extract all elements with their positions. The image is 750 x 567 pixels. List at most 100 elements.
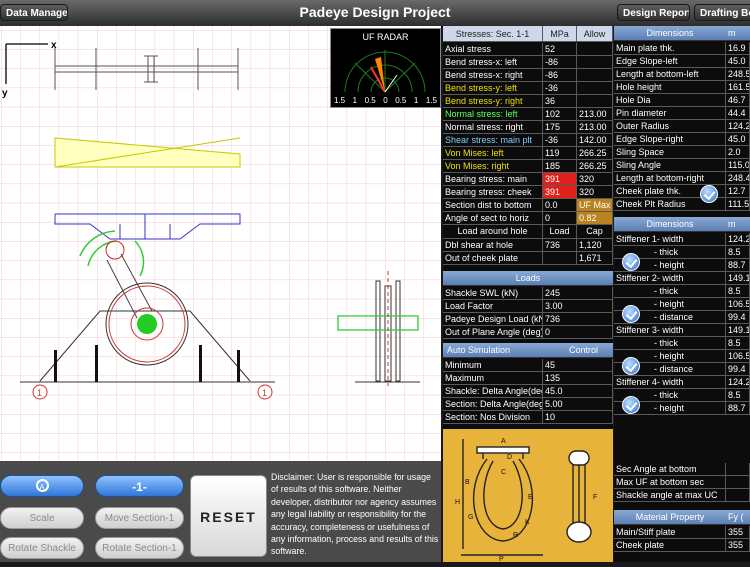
loads-row: Out of Plane Angle (deg) 0 [443,326,613,339]
auto-value[interactable]: 45.0 [543,385,613,398]
auto-label: Section: Delta Angle(deg) [443,398,543,411]
stress-label: Von Mises: left [443,147,543,160]
dimension-value[interactable]: 46.7 [726,94,750,107]
stiffener-value[interactable]: 8.5 [726,246,750,259]
dimension-value[interactable]: 16.9 [726,42,750,55]
stiffener-label: Stiffener 3- width [614,324,726,337]
control-panel: A -1- Scale Move Section-1 Rotate Shackl… [0,461,441,562]
stiffener-toggle-check-icon[interactable] [622,396,640,414]
dimension-value[interactable]: 44.4 [726,107,750,120]
stiffener-toggle-check-icon[interactable] [622,305,640,323]
stiffener-value[interactable]: 88.7 [726,402,750,415]
load-cap: 1,671 [577,252,613,265]
drawing-canvas[interactable]: x y 1 1 UF RADAR 1.5 1 0.5 0 0.5 1 1.5 [0,26,441,461]
dimension-value[interactable]: 45.0 [726,55,750,68]
result-value[interactable] [726,476,750,489]
stiffener-value[interactable]: 8.5 [726,285,750,298]
dimension-value[interactable]: 124.2 [726,120,750,133]
stress-allow: 320 [577,186,613,199]
stiffener-value[interactable]: 88.7 [726,259,750,272]
auto-value[interactable]: 5.00 [543,398,613,411]
dimension-row: Length at bottom-right 248.4 [614,172,750,185]
loads-label: Load Factor [443,300,543,313]
stress-row: Bearing stress: cheek 391 320 [443,186,613,199]
stiffener-toggle-check-icon[interactable] [622,357,640,375]
auto-value[interactable]: 10 [543,411,613,424]
stiffener-value[interactable]: 106.5 [726,350,750,363]
shackle-letter-k: K [525,519,530,526]
stress-allow: UF Max [577,199,613,212]
stress-allow: 0.82 [577,212,613,225]
auto-title: Auto Simulation [447,345,511,355]
stress-row: Bend stress-x: right -86 [443,69,613,82]
stiffener-value[interactable]: 99.4 [726,311,750,324]
result-label: Sec Angle at bottom [614,463,726,476]
stress-mpa: -36 [543,134,577,147]
result-value[interactable] [726,463,750,476]
dimension-value[interactable]: 115.0 [726,159,750,172]
stiffener-value[interactable]: 8.5 [726,389,750,402]
stress-label: Bend stress-y: right [443,95,543,108]
move-section-button[interactable]: Move Section-1 [95,507,184,529]
stress-allow [577,82,613,95]
stress-label: Section dist to bottom [443,199,543,212]
stress-mpa: 391 [543,173,577,186]
stiffeners-title: Dimensions [646,219,694,229]
dimension-value[interactable]: 248.5 [726,68,750,81]
stiffener-label: Stiffener 4- width [614,376,726,389]
loads-value[interactable]: 3.00 [543,300,613,313]
scale-button[interactable]: Scale [0,507,84,529]
result-row: Max UF at bottom sec [614,476,750,489]
step-button[interactable]: -1- [95,475,184,497]
stiffener-value[interactable]: 149.1 [726,272,750,285]
dimension-value[interactable]: 2.0 [726,146,750,159]
dimension-row: Sling Angle 115.0 [614,159,750,172]
dimension-value[interactable]: 161.5 [726,81,750,94]
drafting-button[interactable]: Drafting Bo [694,4,750,21]
shackle-diagram-svg: A B C D E F G H K P R [455,438,597,563]
material-value[interactable]: 355 [726,526,750,539]
stiffener-label: - thick [614,285,726,298]
stress-row: Bend stress-x: left -86 [443,56,613,69]
stress-row: Shear stress: main plt -36 142.00 [443,134,613,147]
dimension-value[interactable]: 248.4 [726,172,750,185]
loads-value[interactable]: 736 [543,313,613,326]
dimension-label: Edge Slope-right [614,133,726,146]
material-value[interactable]: 355 [726,539,750,552]
reset-button[interactable]: RESET [190,475,267,557]
load-header-cell: Cap [577,225,613,239]
dimension-value[interactable]: 12.7 [726,185,750,198]
stiffener-value[interactable]: 124.2 [726,233,750,246]
result-row: Shackle angle at max UC [614,489,750,502]
stress-label: Axial stress [443,43,543,56]
auto-value[interactable]: 135 [543,372,613,385]
rotate-shackle-button[interactable]: Rotate Shackle [0,537,84,559]
stiffener-value[interactable]: 124.2 [726,376,750,389]
dimension-value[interactable]: 45.0 [726,133,750,146]
rotate-section-button[interactable]: Rotate Section-1 [95,537,184,559]
dimension-value[interactable]: 111.5 [726,198,750,211]
loads-section-header: Loads [443,271,613,286]
stress-row: Bend stress-y: left -36 [443,82,613,95]
loads-value[interactable]: 245 [543,287,613,300]
stiffener-value[interactable]: 8.5 [726,337,750,350]
load-header-cell: Load [543,225,577,239]
stiffener-label: Stiffener 2- width [614,272,726,285]
design-report-button[interactable]: Design Report [617,4,690,21]
stiffener-toggle-check-icon[interactable] [622,253,640,271]
stiffener-value[interactable]: 106.5 [726,298,750,311]
dimensions-title: Dimensions [646,28,694,38]
result-value[interactable] [726,489,750,502]
stiffener-value[interactable]: 149.1 [726,324,750,337]
dimensions-panel: Dimensions m Main plate thk. 16.9 Edge Slope… [614,26,750,562]
stress-label: Shear stress: main plt [443,134,543,147]
dimension-label: Edge Slope-left [614,55,726,68]
stresses-header-cell: MPa [543,26,577,42]
pin-hole [137,314,157,334]
auto-value[interactable]: 45 [543,359,613,372]
stiffener-value[interactable]: 99.4 [726,363,750,376]
rotate-mode-button[interactable]: A [0,475,84,497]
confirm-check-icon[interactable] [700,185,718,203]
stress-row: Section dist to bottom 0.0 UF Max [443,199,613,212]
loads-value[interactable]: 0 [543,326,613,339]
